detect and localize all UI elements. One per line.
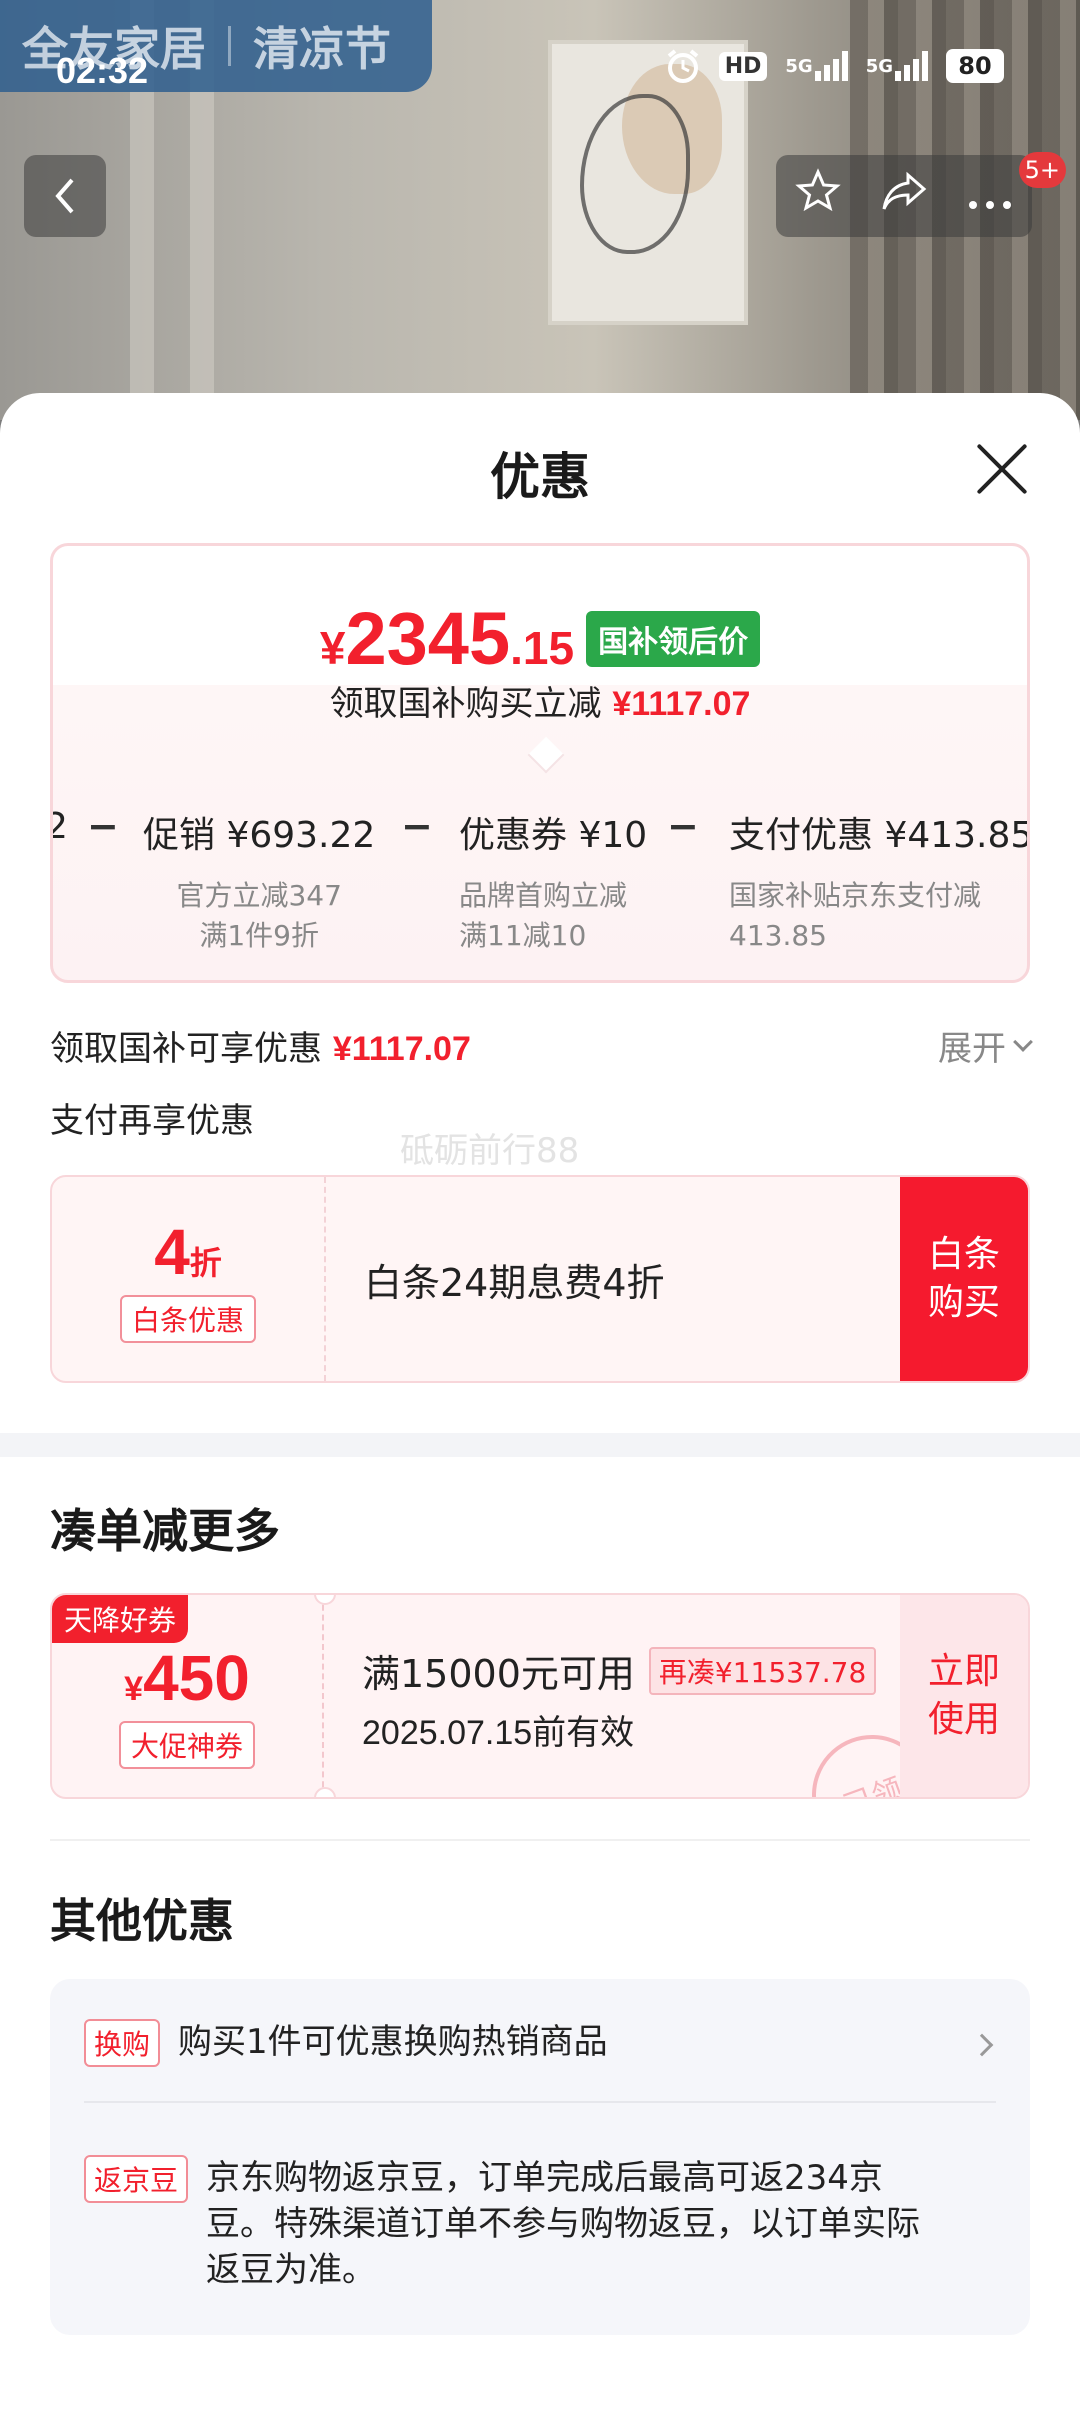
coupon-gap-chip: 再凑¥11537.78: [648, 1646, 877, 1695]
chevron-right-icon[interactable]: [970, 2033, 994, 2057]
offer-text: 购买1件可优惠换购热销商品: [178, 2022, 608, 2062]
price-amount: ¥2345.15: [319, 597, 575, 680]
sheet-title: 优惠: [490, 448, 590, 506]
breakdown-cut-text: 2: [53, 806, 68, 847]
other-offers-box: 换购 购买1件可优惠换购热销商品 返京豆 京东购物返京豆，订单完成后最高可返23…: [50, 1979, 1030, 2335]
back-button[interactable]: [24, 155, 106, 237]
offer-text: 京东购物返京豆，订单完成后最高可返234京豆。特殊渠道订单不参与购物返豆，以订单…: [206, 2158, 921, 2290]
pointer-arrow: [527, 736, 565, 774]
price-card: ¥2345.15 国补领后价 领取国补购买立减 ¥1117.07 2 − 促销 …: [50, 543, 1030, 983]
status-bar: 02:32 HD 5G 5G 80: [0, 0, 1080, 140]
final-price: ¥2345.15 国补领后价: [53, 596, 1027, 681]
minus-sign: −: [401, 804, 433, 848]
offer-item-exchange[interactable]: 换购 购买1件可优惠换购热销商品: [84, 2019, 964, 2067]
offer-item-jingdou: 返京豆 京东购物返京豆，订单完成后最高可返234京豆。特殊渠道订单不参与购物返豆…: [84, 2155, 984, 2293]
bottom-fade: [0, 2372, 1080, 2412]
coupon-badge: 天降好券: [52, 1595, 189, 1643]
chevron-left-icon: [55, 178, 74, 214]
network-5g-icon-2: 5G: [866, 51, 928, 81]
nav-actions: [776, 155, 1032, 237]
divider-line: [50, 1839, 1030, 1841]
subsidy-row: 领取国补可享优惠 ¥1117.07: [50, 1029, 471, 1069]
share-icon[interactable]: [880, 169, 928, 223]
watermark: 砥砺前行88: [400, 1131, 580, 1171]
section-divider: [0, 1433, 1080, 1457]
status-icons: HD 5G 5G 80: [665, 48, 1004, 84]
coupon-notch: [314, 1787, 336, 1797]
baitiao-discount: 4折 白条优惠: [52, 1177, 326, 1381]
chevron-down-icon: [1013, 1031, 1033, 1052]
breakdown-item-coupon: 优惠券 ¥10 品牌首购立减 满11减10: [459, 815, 648, 952]
alarm-icon: [665, 48, 701, 84]
expand-button[interactable]: 展开: [938, 1021, 1033, 1070]
payment-row-label: 支付再享优惠: [50, 1101, 254, 1141]
offer-tag: 换购: [84, 2019, 161, 2067]
hd-icon: HD: [718, 51, 768, 81]
price-tag-badge: 国补领后价: [586, 611, 761, 667]
battery-icon: 80: [946, 49, 1004, 83]
breakdown-item-payment: 支付优惠 ¥413.85 国家补贴京东支付减 413.85: [729, 815, 1030, 952]
discount-sheet: 优惠 ¥2345.15 国补领后价 领取国补购买立减 ¥1117.07 2 − …: [0, 393, 1080, 2412]
divider-line: [84, 2101, 996, 2103]
baitiao-desc: 白条24期息费4折: [364, 1260, 665, 1305]
coupon-type-tag: 大促神券: [118, 1721, 255, 1769]
baitiao-buy-button[interactable]: 白条购买: [900, 1177, 1028, 1381]
price-subtitle: 领取国补购买立减 ¥1117.07: [329, 684, 751, 724]
close-icon[interactable]: [974, 441, 1030, 497]
more-icon[interactable]: [967, 172, 1013, 221]
discount-breakdown[interactable]: 2 − 促销 ¥693.22 官方立减347 满1件9折 − 优惠券 ¥10 品…: [53, 786, 1030, 980]
breakdown-item-promo: 促销 ¥693.22 官方立减347 满1件9折: [143, 815, 376, 952]
favorite-star-icon[interactable]: [795, 168, 842, 224]
coupon-card: ¥450 大促神券 天降好券 满15000元可用 再凑¥11537.78 202…: [50, 1593, 1030, 1799]
message-badge: 5+: [1018, 152, 1066, 188]
minus-sign: −: [667, 804, 699, 848]
use-coupon-button[interactable]: 立即使用: [900, 1595, 1028, 1797]
baitiao-tag: 白条优惠: [119, 1295, 256, 1343]
network-5g-icon: 5G: [785, 51, 848, 81]
status-time: 02:32: [56, 50, 149, 91]
coupon-condition: 满15000元可用 再凑¥11537.78: [362, 1643, 877, 1698]
baitiao-card: 4折 白条优惠 白条24期息费4折 白条购买: [50, 1175, 1030, 1383]
bundle-section-title: 凑单减更多: [50, 1504, 280, 1558]
coupon-expiry: 2025.07.15前有效: [362, 1714, 635, 1752]
offer-tag: 返京豆: [84, 2155, 189, 2203]
other-section-title: 其他优惠: [50, 1894, 234, 1948]
minus-sign: −: [87, 804, 119, 848]
